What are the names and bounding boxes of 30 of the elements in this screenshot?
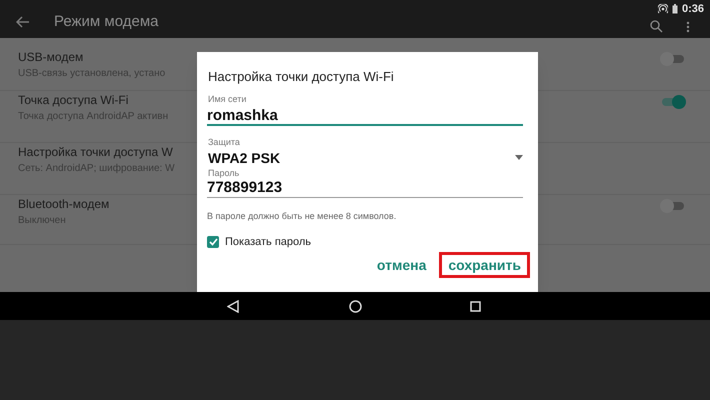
setting-title: Настройка точки доступа W — [18, 144, 173, 161]
search-icon[interactable] — [650, 20, 663, 33]
recents-nav-icon[interactable] — [470, 300, 481, 312]
password-hint: В пароле должно быть не менее 8 символов. — [207, 210, 396, 223]
dropdown-arrow-icon — [515, 155, 523, 160]
setting-title: Bluetooth-модем — [18, 196, 110, 213]
screen-title: Режим модема — [54, 12, 158, 32]
more-options-icon[interactable] — [686, 21, 690, 33]
field-label: Защита — [207, 136, 240, 149]
toggle-switch[interactable] — [660, 52, 686, 66]
field-label: Имя сети — [207, 92, 246, 106]
battery-icon — [672, 4, 678, 14]
checkbox-label: Показать пароль — [225, 234, 312, 250]
toggle-switch[interactable] — [660, 199, 686, 213]
back-icon[interactable] — [16, 16, 30, 28]
input-field[interactable]: romashka — [207, 108, 523, 126]
dialog-title: Настройка точки доступа Wi-Fi — [207, 68, 395, 86]
field-label: Пароль — [207, 166, 240, 180]
security-dropdown[interactable]: WPA2 PSK — [207, 150, 523, 166]
setting-title: USB-модем — [18, 49, 84, 66]
toggle-switch[interactable] — [660, 95, 686, 109]
dialog-button[interactable]: отмена — [368, 252, 436, 278]
clock-time: 0:36 — [682, 2, 704, 17]
input-field[interactable]: 778899123 — [207, 180, 523, 198]
checkbox[interactable] — [207, 236, 219, 248]
back-nav-icon[interactable] — [227, 300, 239, 312]
home-nav-icon[interactable] — [349, 300, 362, 312]
dialog-button[interactable]: сохранить — [439, 252, 530, 278]
setting-title: Точка доступа Wi-Fi — [18, 92, 128, 109]
hotspot-icon — [658, 4, 668, 14]
